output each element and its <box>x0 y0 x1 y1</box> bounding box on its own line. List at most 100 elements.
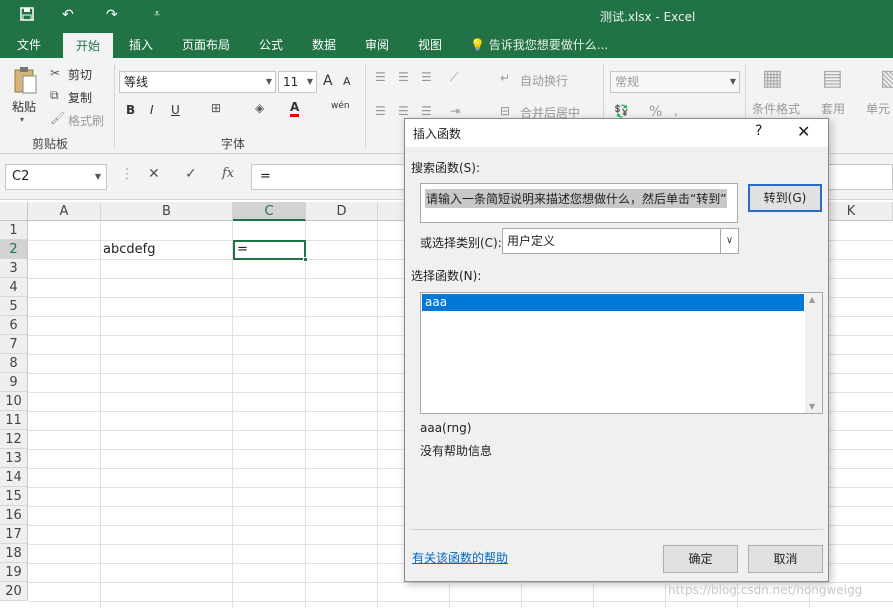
cut-button[interactable]: 剪切 <box>68 66 92 83</box>
cell-styles-icon[interactable]: ▧ <box>880 66 893 91</box>
row-header[interactable]: 14 <box>0 468 28 487</box>
borders-icon[interactable]: ⊞ <box>211 101 221 115</box>
paste-label[interactable]: 粘贴 <box>12 98 36 115</box>
row-header[interactable]: 11 <box>0 411 28 430</box>
list-item[interactable]: aaa <box>422 294 804 311</box>
tab-insert[interactable]: 插入 <box>120 32 162 58</box>
insert-function-button[interactable]: fx <box>222 166 234 181</box>
font-name-select[interactable]: 等线 ▼ <box>119 71 276 93</box>
row-header[interactable]: 12 <box>0 430 28 449</box>
fill-handle[interactable] <box>303 257 308 262</box>
chevron-down-icon[interactable]: ▾ <box>20 115 24 124</box>
chevron-down-icon[interactable]: ∨ <box>720 229 738 253</box>
row-header[interactable]: 2 <box>0 240 28 259</box>
row-header[interactable]: 8 <box>0 354 28 373</box>
row-header[interactable]: 19 <box>0 563 28 582</box>
close-icon[interactable]: ✕ <box>797 122 810 141</box>
cancel-button[interactable]: 取消 <box>748 545 823 573</box>
underline-button[interactable]: U <box>171 103 180 117</box>
format-painter-icon[interactable]: 🖌 <box>50 111 65 125</box>
tab-page-layout[interactable]: 页面布局 <box>174 32 238 58</box>
tab-home[interactable]: 开始 <box>63 32 113 58</box>
scroll-up-icon[interactable]: ▲ <box>809 295 815 304</box>
scrollbar[interactable]: ▲ ▼ <box>805 293 822 413</box>
row-header[interactable]: 13 <box>0 449 28 468</box>
enter-formula-button[interactable]: ✓ <box>185 166 197 182</box>
row-header[interactable]: 17 <box>0 525 28 544</box>
scissors-icon[interactable]: ✂ <box>50 66 60 80</box>
row-header[interactable]: 1 <box>0 221 28 240</box>
save-icon[interactable] <box>20 7 34 25</box>
bold-button[interactable]: B <box>126 103 135 117</box>
align-top-icon[interactable]: ☰ <box>375 70 386 84</box>
select-all-corner[interactable] <box>0 202 28 221</box>
copy-icon[interactable]: ⧉ <box>50 88 59 103</box>
row-header[interactable]: 4 <box>0 278 28 297</box>
help-icon[interactable]: ? <box>755 123 762 139</box>
column-header[interactable]: A <box>28 202 101 221</box>
comma-icon[interactable]: , <box>674 104 678 118</box>
align-middle-icon[interactable]: ☰ <box>398 70 409 84</box>
ok-button[interactable]: 确定 <box>663 545 738 573</box>
row-header[interactable]: 5 <box>0 297 28 316</box>
undo-icon[interactable]: ↶ <box>62 7 74 23</box>
font-size-select[interactable]: 11 ▼ <box>278 71 317 93</box>
wrap-text-button[interactable]: 自动换行 <box>520 72 568 89</box>
align-center-icon[interactable]: ☰ <box>398 104 409 118</box>
active-cell-c2[interactable]: = <box>233 240 308 262</box>
customize-icon[interactable]: ⩡ <box>154 7 160 21</box>
function-list[interactable]: aaa ▲ ▼ <box>420 292 823 414</box>
cancel-formula-button[interactable]: ✕ <box>148 166 160 182</box>
tell-me-box[interactable]: 💡 告诉我您想要做什么... <box>470 32 608 58</box>
row-header[interactable]: 15 <box>0 487 28 506</box>
row-header[interactable]: 16 <box>0 506 28 525</box>
shrink-font-button[interactable]: A <box>343 75 351 88</box>
conditional-format-icon[interactable]: ▦ <box>762 66 783 91</box>
tab-file[interactable]: 文件 <box>8 32 50 58</box>
font-color-button[interactable]: A <box>290 101 300 117</box>
column-header[interactable]: B <box>101 202 233 221</box>
row-header[interactable]: 18 <box>0 544 28 563</box>
name-box[interactable]: C2 ▼ <box>5 164 107 190</box>
search-input[interactable]: 请输入一条简短说明来描述您想做什么，然后单击“转到” <box>420 183 738 223</box>
row-header[interactable]: 7 <box>0 335 28 354</box>
grow-font-button[interactable]: A <box>323 73 333 89</box>
go-button[interactable]: 转到(G) <box>748 184 822 212</box>
tab-formulas[interactable]: 公式 <box>250 32 292 58</box>
chevron-down-icon[interactable]: ▼ <box>95 165 101 189</box>
tab-review[interactable]: 审阅 <box>356 32 398 58</box>
cell-styles-button[interactable]: 单元 <box>866 100 890 117</box>
column-header[interactable]: D <box>306 202 378 221</box>
tab-view[interactable]: 视图 <box>409 32 451 58</box>
indent-icon[interactable]: ⇥ <box>450 104 460 118</box>
align-left-icon[interactable]: ☰ <box>375 104 386 118</box>
row-header[interactable]: 6 <box>0 316 28 335</box>
number-format-select[interactable]: 常规 ▼ <box>610 71 740 93</box>
align-bottom-icon[interactable]: ☰ <box>421 70 432 84</box>
tab-data[interactable]: 数据 <box>303 32 345 58</box>
align-right-icon[interactable]: ☰ <box>421 104 432 118</box>
format-table-icon[interactable]: ▤ <box>822 66 843 91</box>
scroll-down-icon[interactable]: ▼ <box>809 402 815 411</box>
column-header[interactable]: C <box>233 202 306 221</box>
function-help-link[interactable]: 有关该函数的帮助 <box>412 549 508 566</box>
redo-icon[interactable]: ↷ <box>106 7 118 23</box>
copy-button[interactable]: 复制 <box>68 89 92 106</box>
italic-button[interactable]: I <box>150 103 154 117</box>
currency-icon[interactable]: 💱 <box>614 104 629 118</box>
format-painter-button[interactable]: 格式刷 <box>68 112 104 129</box>
paste-icon[interactable] <box>12 66 38 99</box>
format-table-button[interactable]: 套用 <box>821 100 845 117</box>
phonetic-button[interactable]: wén <box>331 101 350 111</box>
fill-color-icon[interactable]: ◈ <box>255 101 264 115</box>
conditional-format-button[interactable]: 条件格式 <box>752 100 800 117</box>
cell-b2[interactable]: abcdefg <box>103 242 155 257</box>
row-header[interactable]: 10 <box>0 392 28 411</box>
row-header[interactable]: 9 <box>0 373 28 392</box>
row-header[interactable]: 20 <box>0 582 28 601</box>
row-header[interactable]: 3 <box>0 259 28 278</box>
orientation-icon[interactable]: ⟋ <box>450 70 458 85</box>
merge-icon[interactable]: ⊟ <box>500 104 510 118</box>
category-select[interactable]: 用户定义 ∨ <box>502 228 739 254</box>
wrap-text-icon[interactable]: ↵ <box>500 71 510 85</box>
